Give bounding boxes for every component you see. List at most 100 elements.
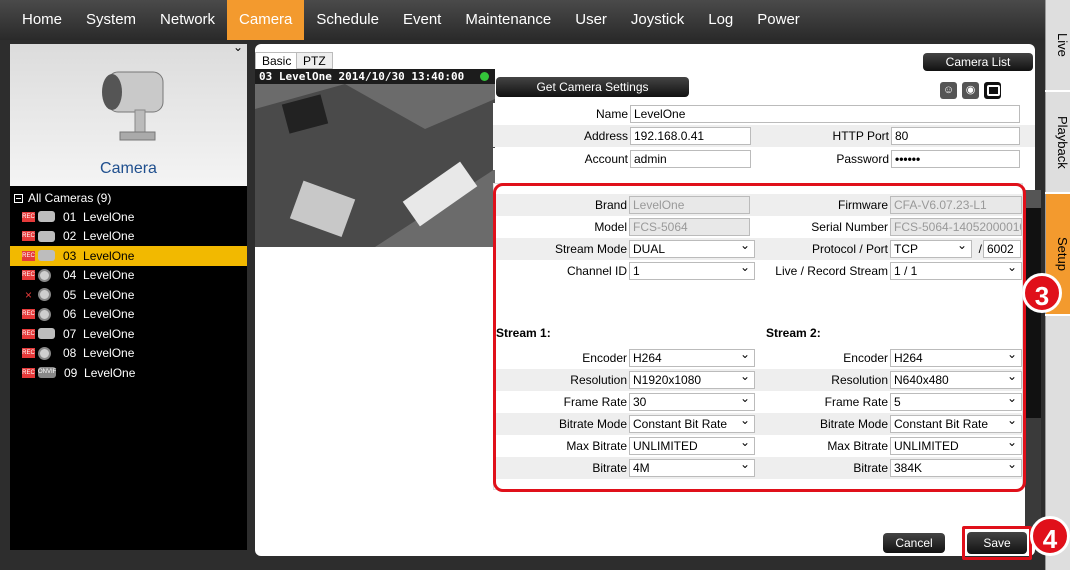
camera-list-button[interactable]: Camera List	[923, 53, 1033, 71]
side-tab-live[interactable]: Live	[1045, 0, 1070, 90]
status-icon	[480, 72, 489, 81]
address-row: Address 192.168.0.41 HTTP Port 80	[493, 125, 1035, 147]
camera-item[interactable]: REC ONVIF 09 LevelOne	[10, 363, 247, 383]
address-label: Address	[583, 129, 628, 143]
step3-highlight	[493, 183, 1026, 492]
monitor-icon[interactable]	[984, 82, 1001, 99]
camera-name: LevelOne	[83, 346, 135, 361]
side-tab-playback[interactable]: Playback	[1045, 92, 1070, 192]
account-label: Account	[584, 152, 628, 166]
camera-name: LevelOne	[83, 248, 135, 263]
camera-device-icon	[38, 328, 55, 340]
camera-sidebar: Camera All Cameras (9) REC 01 LevelOne RE…	[10, 44, 247, 550]
camera-num: 09	[64, 365, 78, 380]
globe-icon[interactable]: ◉	[962, 82, 979, 99]
video-preview[interactable]: 03 LevelOne 2014/10/30 13:40:00	[255, 69, 495, 247]
camera-item-selected[interactable]: REC 03 LevelOne	[10, 246, 247, 266]
camera-device-icon	[38, 250, 55, 262]
camera-item[interactable]: REC 04 LevelOne	[10, 266, 247, 286]
dome-camera-icon	[38, 307, 51, 321]
camera-item[interactable]: REC 01 LevelOne	[10, 207, 247, 227]
nav-event[interactable]: Event	[391, 0, 453, 40]
disconnected-icon: ×	[24, 287, 32, 302]
top-nav: Home System Network Camera Schedule Even…	[0, 0, 1045, 40]
nav-power[interactable]: Power	[745, 0, 812, 40]
tab-ptz[interactable]: PTZ	[296, 52, 333, 69]
camera-header: Camera	[10, 44, 247, 186]
camera-num: 07	[63, 326, 77, 341]
account-row: Account admin Password ••••••	[493, 148, 1035, 170]
nav-joystick[interactable]: Joystick	[619, 0, 696, 40]
scroll-up-icon[interactable]	[1025, 190, 1041, 208]
rec-icon: REC	[22, 367, 35, 378]
camera-num: 02	[63, 229, 77, 244]
camera-num: 04	[63, 268, 77, 283]
camera-item[interactable]: REC 06 LevelOne	[10, 305, 247, 325]
dome-camera-icon	[38, 346, 51, 360]
camera-name: LevelOne	[84, 365, 136, 380]
onvif-camera-icon: ONVIF	[38, 367, 56, 379]
nav-log[interactable]: Log	[696, 0, 745, 40]
dome-camera-icon	[38, 268, 51, 282]
name-label: Name	[595, 107, 628, 121]
http-port-label: HTTP Port	[832, 129, 889, 143]
nav-system[interactable]: System	[74, 0, 148, 40]
tree-root-label: All Cameras (9)	[28, 191, 112, 205]
camera-icon	[102, 71, 164, 141]
nav-camera[interactable]: Camera	[227, 0, 305, 40]
nav-schedule[interactable]: Schedule	[304, 0, 391, 40]
camera-item[interactable]: × 05 LevelOne	[10, 285, 247, 305]
step3-badge: 3	[1022, 273, 1062, 313]
camera-num: 03	[63, 248, 77, 263]
rec-icon: REC	[22, 309, 35, 320]
nav-user[interactable]: User	[563, 0, 619, 40]
collapse-icon[interactable]	[14, 194, 23, 203]
rec-icon: REC	[22, 348, 35, 359]
video-header: 03 LevelOne 2014/10/30 13:40:00	[255, 69, 495, 84]
camera-num: 05	[63, 287, 77, 302]
cancel-button[interactable]: Cancel	[883, 533, 945, 553]
camera-num: 08	[63, 346, 77, 361]
camera-name: LevelOne	[83, 229, 135, 244]
camera-item[interactable]: REC 07 LevelOne	[10, 324, 247, 344]
step4-highlight	[962, 526, 1032, 560]
address-field[interactable]: 192.168.0.41	[630, 127, 751, 145]
camera-name: LevelOne	[83, 209, 135, 224]
step4-badge: 4	[1030, 516, 1070, 556]
camera-num: 01	[63, 209, 77, 224]
nav-network[interactable]: Network	[148, 0, 227, 40]
video-frame	[255, 69, 495, 247]
http-port-field[interactable]: 80	[891, 127, 1020, 145]
person-icon[interactable]: ☺	[940, 82, 957, 99]
rec-icon: REC	[22, 211, 35, 222]
password-label: Password	[836, 152, 889, 166]
view-mode-icons: ☺ ◉	[940, 82, 1001, 99]
account-field[interactable]: admin	[630, 150, 751, 168]
tree-root[interactable]: All Cameras (9)	[10, 190, 247, 207]
tab-basic[interactable]: Basic	[255, 52, 299, 69]
get-camera-settings-button[interactable]: Get Camera Settings	[496, 77, 689, 97]
password-field[interactable]: ••••••	[891, 150, 1020, 168]
dome-camera-icon	[38, 288, 51, 302]
camera-name: LevelOne	[83, 307, 135, 322]
camera-name: LevelOne	[83, 268, 135, 283]
camera-device-icon	[38, 211, 55, 223]
nav-maintenance[interactable]: Maintenance	[453, 0, 563, 40]
camera-item[interactable]: REC 08 LevelOne	[10, 344, 247, 364]
rec-icon: REC	[22, 270, 35, 281]
nav-home[interactable]: Home	[10, 0, 74, 40]
camera-tree: All Cameras (9) REC 01 LevelOne REC 02 Lev…	[10, 186, 247, 383]
camera-num: 06	[63, 307, 77, 322]
camera-item[interactable]: REC 02 LevelOne	[10, 227, 247, 247]
camera-device-icon	[38, 230, 55, 242]
rec-icon: REC	[22, 328, 35, 339]
rec-icon: REC	[22, 231, 35, 242]
scrollbar[interactable]	[1025, 190, 1041, 528]
name-row: Name LevelOne	[493, 103, 1035, 125]
camera-name: LevelOne	[83, 287, 135, 302]
camera-title: Camera	[100, 160, 157, 177]
scroll-thumb[interactable]	[1025, 208, 1041, 418]
name-field[interactable]: LevelOne	[630, 105, 1020, 123]
rec-icon: REC	[22, 250, 35, 261]
camera-name: LevelOne	[83, 326, 135, 341]
